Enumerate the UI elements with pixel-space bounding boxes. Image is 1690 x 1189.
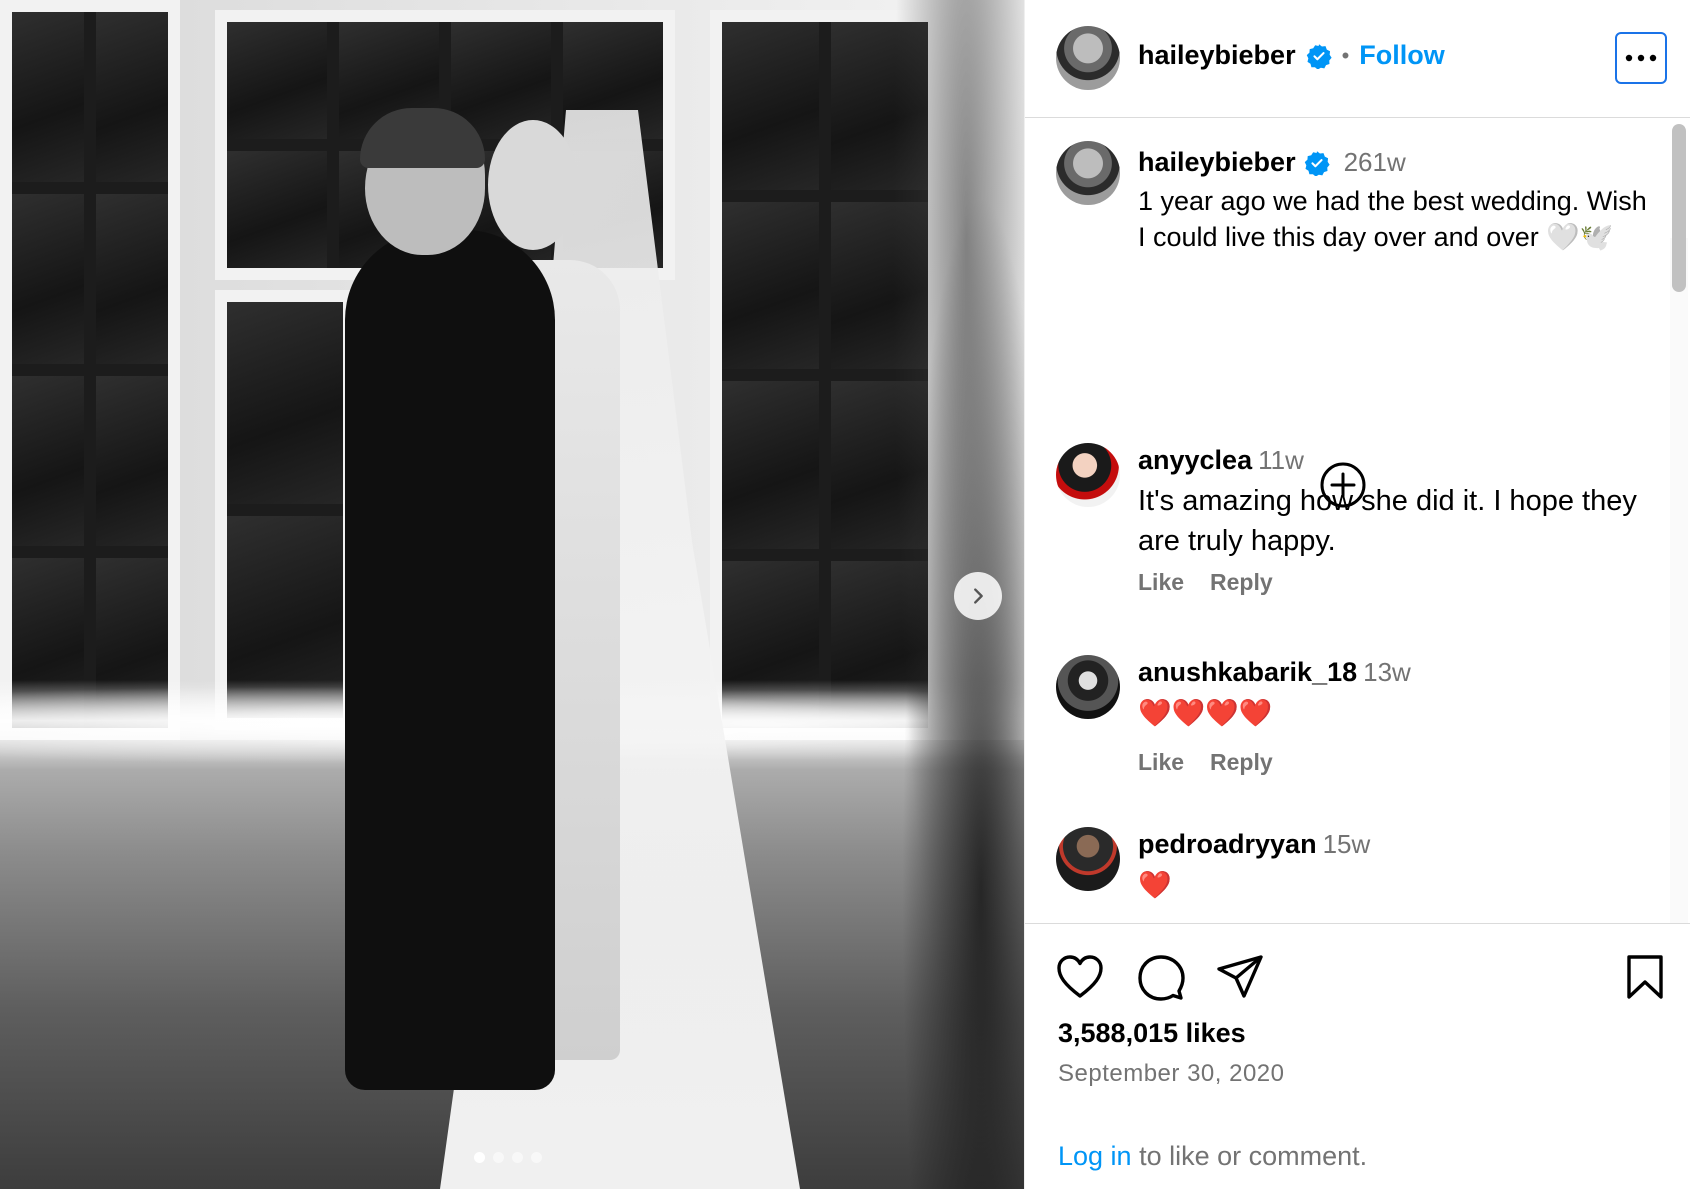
chevron-right-icon [974,588,983,604]
avatar[interactable] [1056,655,1120,719]
header-user: haileybieber • Follow [1138,40,1445,71]
comment-header: pedroadryyan 15w [1138,829,1370,860]
avatar[interactable] [1056,443,1120,507]
comment-text: ❤️ [1138,870,1172,900]
photo-groom [345,230,555,1090]
carousel-dot [531,1152,542,1163]
login-prompt-text: to like or comment. [1131,1141,1368,1171]
carousel-dot [512,1152,523,1163]
bookmark-save-icon[interactable] [1625,954,1665,1000]
caption-header: haileybieber 261w [1138,147,1406,178]
login-prompt: Log in to like or comment. [1058,1141,1367,1172]
post-photo[interactable] [0,0,1024,1189]
scrollbar-thumb[interactable] [1672,124,1686,292]
like-heart-icon[interactable] [1056,954,1104,1000]
comment-bubble-icon[interactable] [1137,954,1185,1002]
like-comment-button[interactable]: Like [1138,569,1184,596]
instagram-post-view: haileybieber • Follow haileybieber 261w … [0,0,1690,1189]
post-header: haileybieber • Follow [1025,0,1690,118]
comment-username[interactable]: pedroadryyan [1138,829,1317,859]
comment-username[interactable]: anyyclea [1138,445,1252,475]
caption-text: 1 year ago we had the best wedding. Wish… [1138,186,1647,252]
likes-count[interactable]: 3,588,015 likes [1058,1018,1246,1049]
carousel-indicator [474,1152,542,1163]
comment-time[interactable]: 11w [1258,445,1304,475]
photo-bride-head [488,120,578,250]
reply-button[interactable]: Reply [1210,569,1273,596]
like-comment-button[interactable]: Like [1138,749,1184,776]
ellipsis-icon [1625,54,1657,62]
more-options-button[interactable] [1615,32,1667,84]
comment-text: It's amazing how she did it. I hope they… [1138,485,1637,557]
share-send-icon[interactable] [1216,954,1264,1000]
comment-actions: Like Reply [1138,749,1273,776]
comment-username[interactable]: anushkabarik_18 [1138,657,1357,687]
comment-header: anushkabarik_18 13w [1138,657,1411,688]
comment-text: ❤️❤️❤️❤️ [1138,698,1273,728]
photo-plants [880,0,1024,1189]
follow-button[interactable]: Follow [1359,40,1444,71]
scrollbar-track[interactable] [1670,238,1688,923]
post-date[interactable]: September 30, 2020 [1058,1060,1285,1088]
avatar[interactable] [1056,26,1120,90]
header-username[interactable]: haileybieber [1138,40,1296,71]
comment-header: anyyclea 11w [1138,445,1304,476]
comment-time[interactable]: 15w [1323,829,1371,859]
avatar[interactable] [1056,141,1120,205]
comments-list[interactable]: haileybieber 261w 1 year ago we had the … [1025,119,1690,923]
comment-actions: Like Reply [1138,569,1273,596]
caption-time[interactable]: 261w [1344,147,1406,178]
caption-username[interactable]: haileybieber [1138,147,1296,178]
post-side-panel: haileybieber • Follow haileybieber 261w … [1024,0,1690,1189]
verified-badge-icon [1306,43,1332,69]
header-separator: • [1341,42,1350,68]
reply-button[interactable]: Reply [1210,749,1273,776]
login-link[interactable]: Log in [1058,1141,1132,1171]
carousel-dot [493,1152,504,1163]
photo-window [0,0,180,740]
comment-time[interactable]: 13w [1363,657,1411,687]
photo-window [215,290,355,730]
next-slide-button[interactable] [954,572,1002,620]
carousel-dot [474,1152,485,1163]
avatar[interactable] [1056,827,1120,891]
verified-badge-icon [1304,150,1330,176]
